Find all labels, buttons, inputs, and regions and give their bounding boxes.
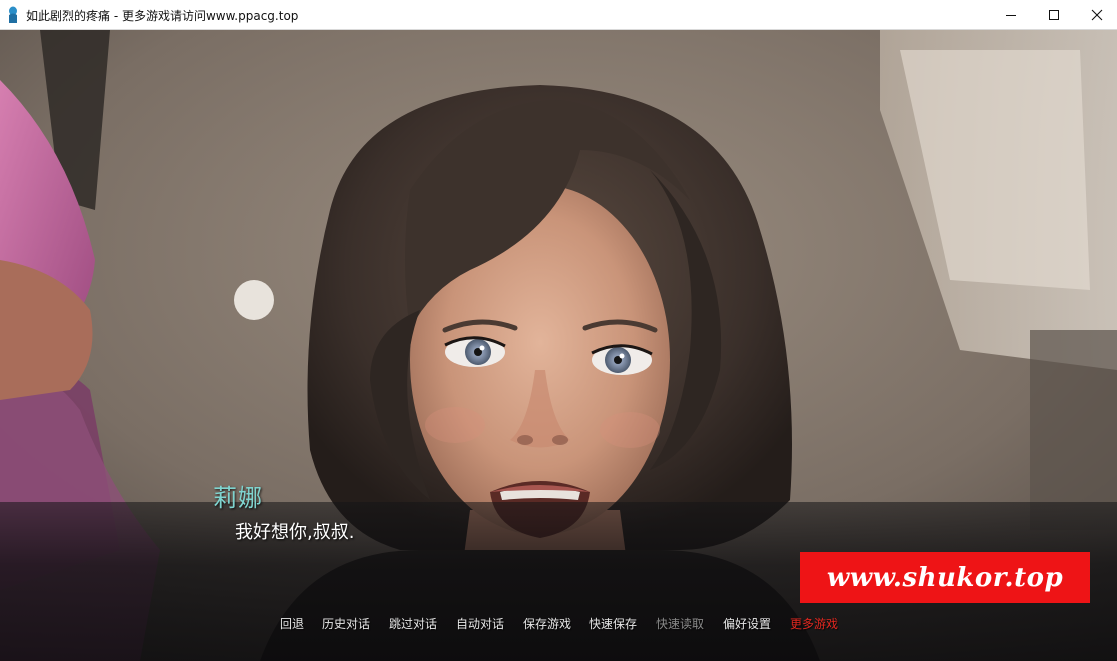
quick-menu-preferences[interactable]: 偏好设置 [723,617,771,631]
quick-menu-save[interactable]: 保存游戏 [523,617,571,631]
quick-menu-quicksave[interactable]: 快速保存 [589,617,637,631]
minimize-button[interactable] [988,0,1034,29]
quick-menu-auto[interactable]: 自动对话 [456,617,504,631]
watermark-banner: www.shukor.top [800,552,1090,603]
maximize-button[interactable] [1031,0,1077,29]
quick-menu: 回退 历史对话 跳过对话 自动对话 保存游戏 快速保存 快速读取 偏好设置 更多… [0,617,1117,631]
maximize-icon [1049,9,1059,20]
watermark-text: www.shukor.top [826,562,1064,593]
close-icon [1091,9,1103,20]
window-title: 如此剧烈的疼痛 - 更多游戏请访问www.ppacg.top [26,9,299,23]
speaker-name: 莉娜 [213,484,263,512]
quick-menu-rollback[interactable]: 回退 [280,617,304,631]
quick-menu-quickload[interactable]: 快速读取 [656,617,704,631]
window-titlebar[interactable]: 如此剧烈的疼痛 - 更多游戏请访问www.ppacg.top [0,0,1117,30]
quick-menu-more-games[interactable]: 更多游戏 [790,617,838,631]
dialogue-line: 我好想你,叔叔. [235,522,355,543]
app-icon [9,6,17,23]
close-button[interactable] [1074,0,1117,29]
quick-menu-skip[interactable]: 跳过对话 [389,617,437,631]
minimize-icon [1006,14,1016,16]
quick-menu-history[interactable]: 历史对话 [322,617,370,631]
